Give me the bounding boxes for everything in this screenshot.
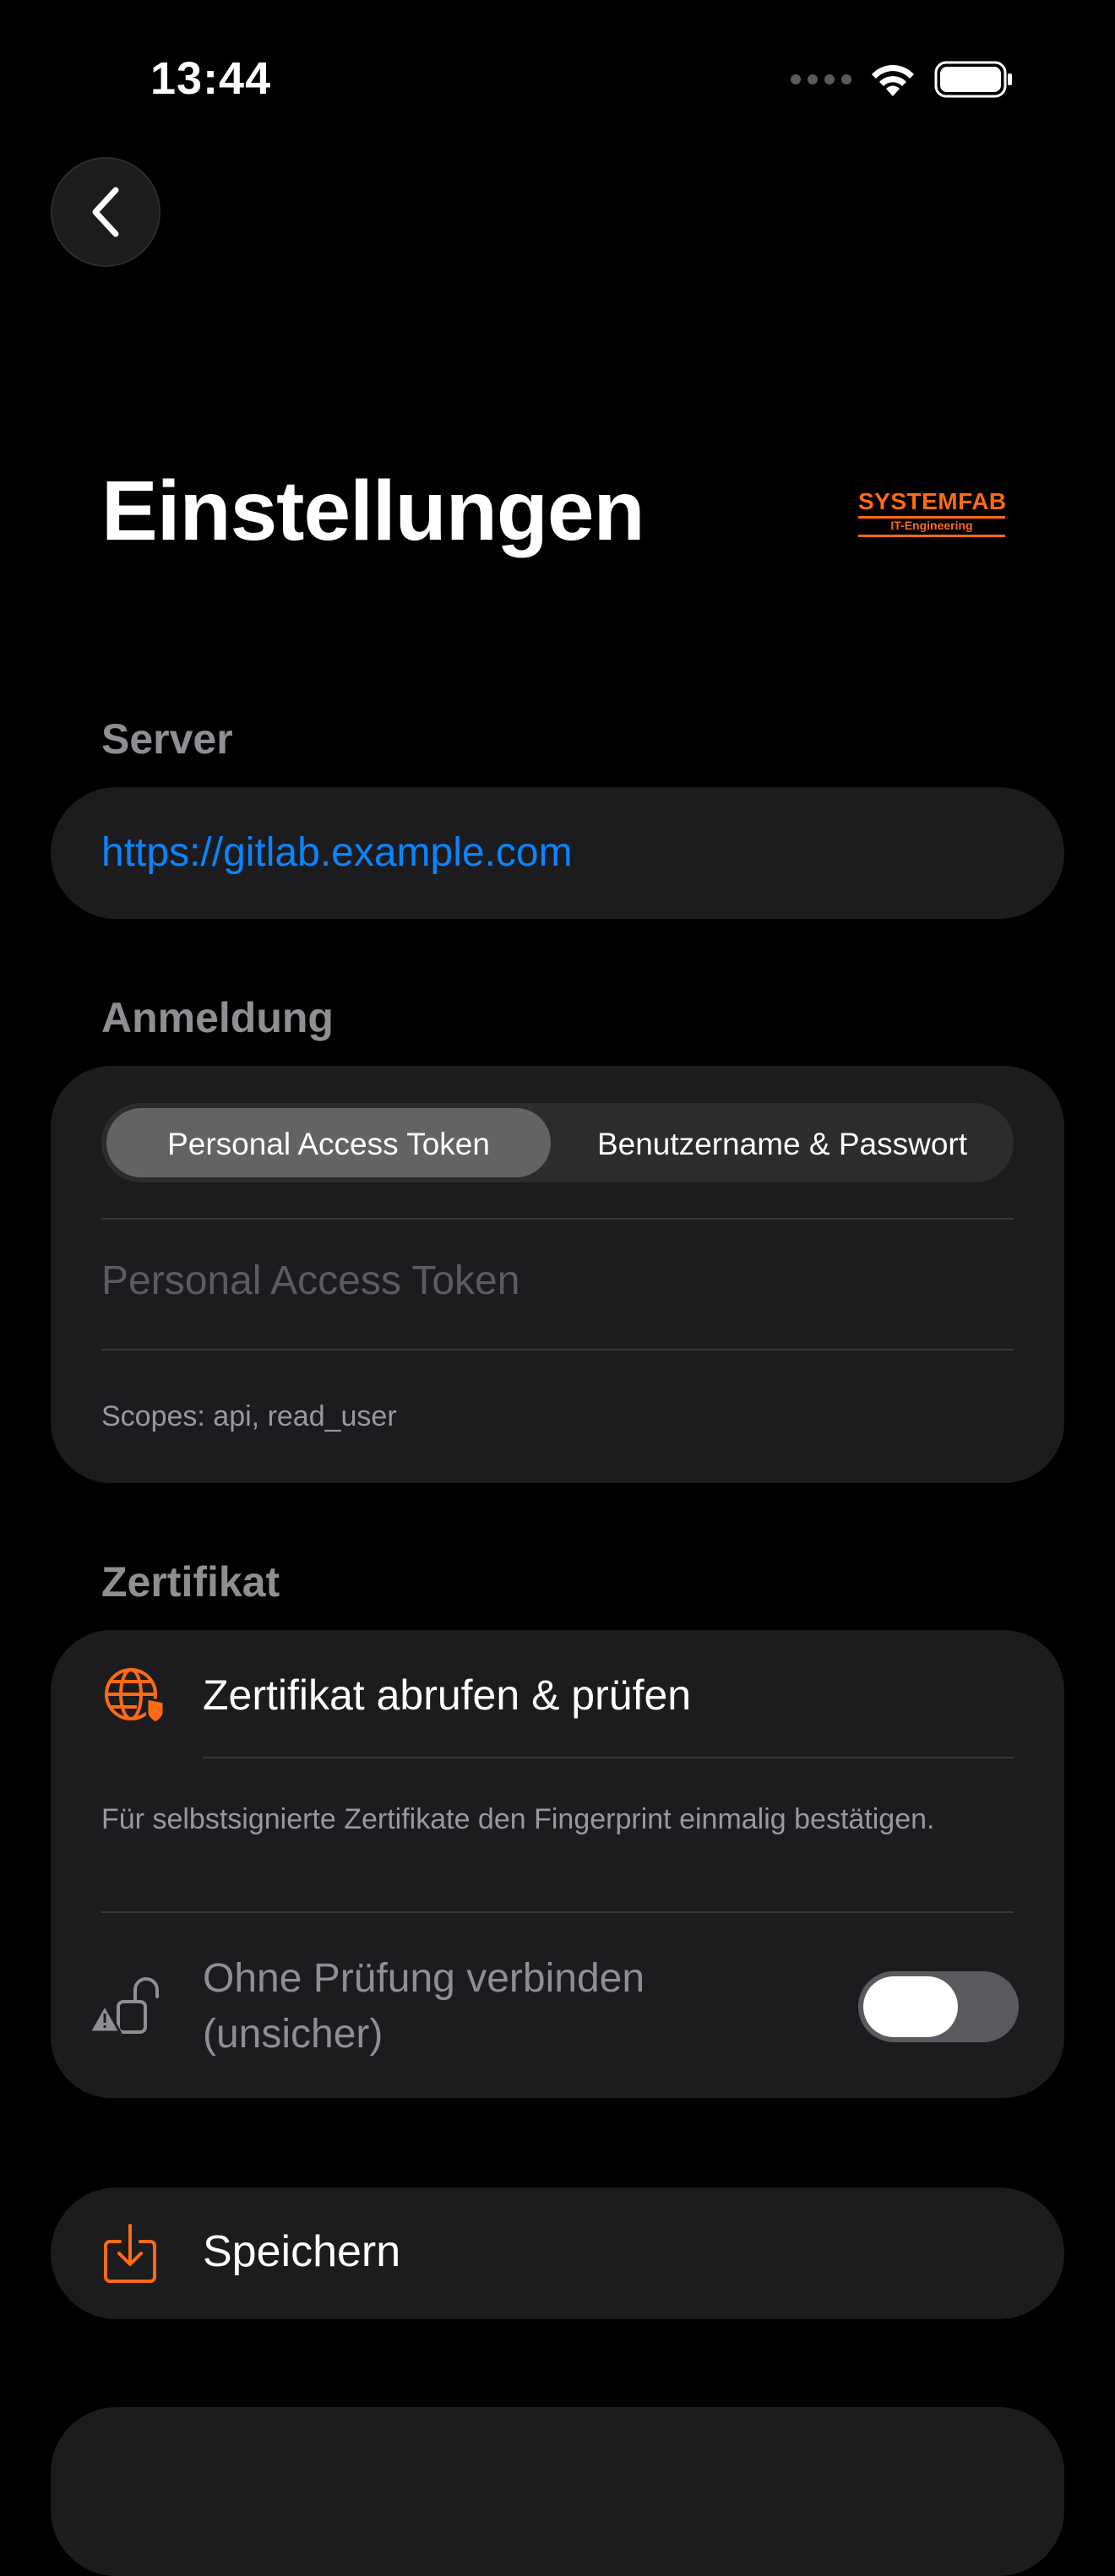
- brand-logo-name: SYSTEMFAB: [858, 488, 1006, 519]
- divider: [101, 1349, 1014, 1350]
- battery-icon: [934, 61, 1012, 98]
- download-tray-icon: [104, 2224, 156, 2283]
- divider: [203, 1757, 1014, 1758]
- wifi-icon: [872, 65, 914, 96]
- section-label-certificate: Zertifikat: [101, 1558, 280, 1606]
- insecure-connection-toggle[interactable]: [858, 1971, 1019, 2042]
- insecure-label-line1: Ohne Prüfung verbinden: [203, 1956, 645, 2001]
- next-section-card[interactable]: [51, 2407, 1064, 2576]
- globe-shield-icon: [105, 1668, 166, 1725]
- back-button[interactable]: [51, 157, 160, 267]
- brand-logo: SYSTEMFAB IT-Engineering: [858, 488, 1006, 537]
- server-url-field[interactable]: https://gitlab.example.com: [101, 829, 573, 876]
- divider: [101, 1218, 1014, 1220]
- signal-dots-icon: [791, 74, 851, 84]
- page-title: Einstellungen: [101, 464, 645, 558]
- save-button-label: Speichern: [203, 2227, 401, 2276]
- insecure-label-line2: (unsicher): [203, 2012, 383, 2057]
- toggle-knob: [863, 1976, 958, 2037]
- section-label-login: Anmeldung: [101, 994, 334, 1041]
- token-input[interactable]: [101, 1250, 1014, 1311]
- section-label-server: Server: [101, 715, 233, 763]
- brand-logo-tagline: IT-Engineering: [858, 519, 1005, 537]
- divider: [101, 1911, 1014, 1913]
- unlock-warning-icon: [90, 1977, 159, 2034]
- certificate-note: Für selbstsignierte Zertifikate den Fing…: [101, 1803, 935, 1835]
- segment-username-password[interactable]: Benutzername & Passwort: [551, 1127, 1014, 1162]
- segment-personal-access-token[interactable]: Personal Access Token: [106, 1127, 551, 1162]
- status-icons: [791, 61, 1014, 98]
- status-time: 13:44: [150, 53, 272, 104]
- scopes-hint: Scopes: api, read_user: [101, 1400, 397, 1432]
- fetch-certificate-label: Zertifikat abrufen & prüfen: [203, 1671, 692, 1719]
- chevron-left-icon: [92, 187, 119, 237]
- insecure-connection-label: Ohne Prüfung verbinden (unsicher): [203, 1951, 645, 2062]
